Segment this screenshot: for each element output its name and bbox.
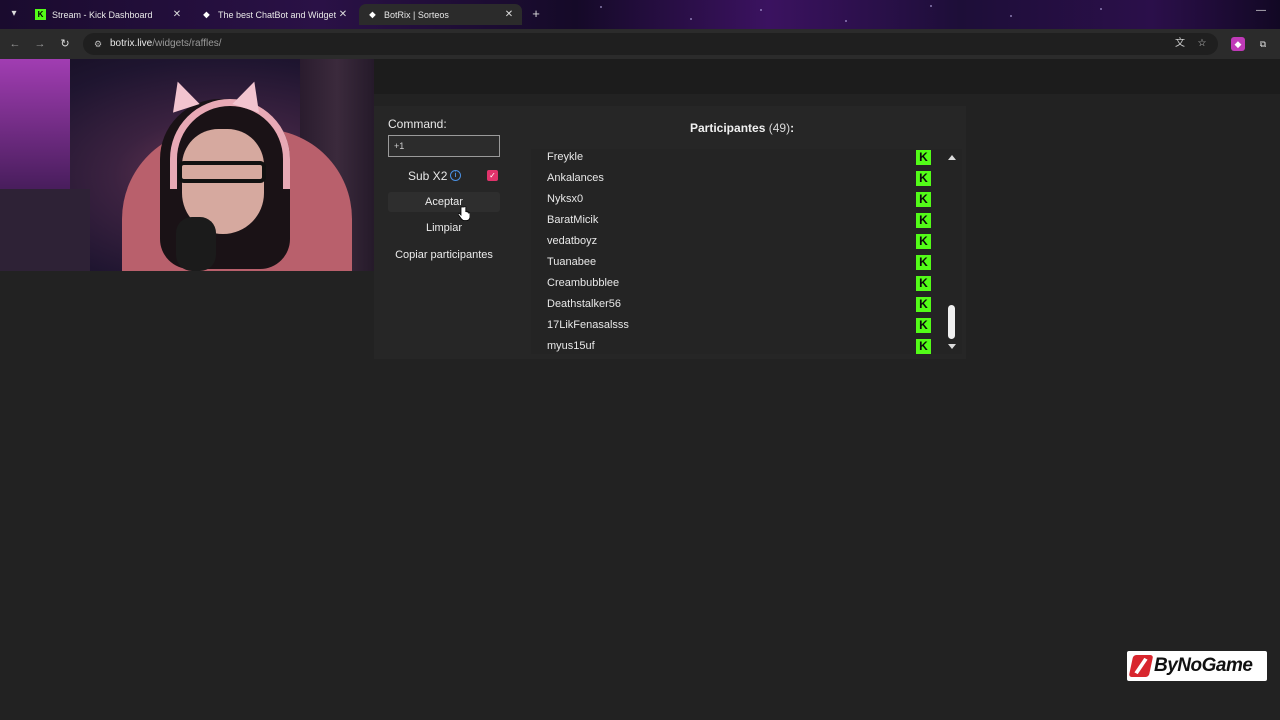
participant-name: Freykle bbox=[547, 151, 584, 163]
clear-button[interactable]: Limpiar bbox=[388, 218, 500, 238]
list-item: BaratMicik K bbox=[531, 210, 934, 231]
scroll-thumb[interactable] bbox=[948, 305, 955, 339]
kick-icon: K bbox=[916, 213, 931, 228]
scroll-up-arrow-icon[interactable] bbox=[948, 155, 956, 160]
close-icon[interactable]: ✕ bbox=[502, 9, 516, 20]
kick-icon: K bbox=[916, 234, 931, 249]
page-content: Command: Sub X2 i ✓ Aceptar Limpiar Copi… bbox=[0, 59, 1280, 720]
list-item: 17LikFenasalsss K bbox=[531, 315, 934, 336]
bookmark-star-icon[interactable]: ☆ bbox=[1195, 37, 1209, 51]
accept-button[interactable]: Aceptar bbox=[388, 192, 500, 212]
participant-name: 17LikFenasalsss bbox=[547, 319, 629, 331]
extension-icon[interactable]: ◆ bbox=[1231, 37, 1245, 51]
forward-icon[interactable]: → bbox=[32, 36, 48, 52]
webcam-overlay bbox=[0, 59, 374, 271]
url-text: botrix.live/widgets/raffles/ bbox=[110, 38, 222, 49]
browser-toolbar: ← → ↻ ⚙ botrix.live/widgets/raffles/ 文 ☆… bbox=[0, 29, 1280, 59]
participants-list[interactable]: Freykle K Ankalances K Nyksx0 K BaratMic… bbox=[531, 149, 962, 354]
participant-name: Creambubblee bbox=[547, 277, 620, 289]
participants-title: Participantes (49): bbox=[690, 121, 795, 135]
tab-title: BotRix | Sorteos bbox=[384, 9, 449, 20]
participant-name: Deathstalker56 bbox=[547, 298, 621, 310]
sub-x2-checkbox[interactable]: ✓ bbox=[487, 170, 498, 181]
kick-icon: K bbox=[916, 150, 931, 165]
extensions-puzzle-icon[interactable]: ⧉ bbox=[1256, 37, 1270, 51]
kick-icon: K bbox=[916, 339, 931, 354]
tab-title: Stream - Kick Dashboard bbox=[52, 9, 153, 20]
tab-title: The best ChatBot and Widgets bbox=[218, 9, 336, 20]
participant-name: Ankalances bbox=[547, 172, 604, 184]
site-info-icon[interactable]: ⚙ bbox=[91, 37, 105, 51]
tab-strip: ▾ K Stream - Kick Dashboard ✕ ◆ The best… bbox=[0, 0, 1280, 29]
participant-name: Tuanabee bbox=[547, 256, 597, 268]
participant-name: BaratMicik bbox=[547, 214, 599, 226]
close-icon[interactable]: ✕ bbox=[170, 9, 184, 20]
tab-search-icon[interactable]: ▾ bbox=[6, 6, 22, 22]
list-item: Creambubblee K bbox=[531, 273, 934, 294]
participant-name: myus15uf bbox=[547, 340, 595, 352]
tab-botrix-chatbot[interactable]: ◆ The best ChatBot and Widgets ✕ bbox=[193, 4, 356, 25]
list-item: vedatboyz K bbox=[531, 231, 934, 252]
botrix-icon: ◆ bbox=[203, 10, 210, 19]
address-bar[interactable]: ⚙ botrix.live/widgets/raffles/ 文 ☆ bbox=[83, 33, 1218, 55]
kick-icon: K bbox=[916, 276, 931, 291]
kick-icon: K bbox=[916, 255, 931, 270]
list-scrollbar[interactable] bbox=[945, 149, 959, 354]
list-item: Freykle K bbox=[531, 149, 934, 168]
close-icon[interactable]: ✕ bbox=[336, 9, 350, 20]
participant-name: vedatboyz bbox=[547, 235, 598, 247]
list-item: Tuanabee K bbox=[531, 252, 934, 273]
watermark-text: ByNoGame bbox=[1154, 655, 1253, 676]
new-tab-icon[interactable]: + bbox=[528, 6, 544, 22]
kick-icon: K bbox=[916, 171, 931, 186]
raffle-card: Command: Sub X2 i ✓ Aceptar Limpiar Copi… bbox=[374, 106, 966, 359]
translate-icon[interactable]: 文 bbox=[1173, 37, 1187, 51]
watermark-logo: ByNoGame bbox=[1127, 651, 1267, 681]
bynogame-logo-icon bbox=[1128, 655, 1154, 677]
kick-icon: K bbox=[916, 192, 931, 207]
list-item: Deathstalker56 K bbox=[531, 294, 934, 315]
botrix-icon: ◆ bbox=[369, 10, 376, 19]
list-item: Nyksx0 K bbox=[531, 189, 934, 210]
kick-icon: K bbox=[35, 9, 46, 20]
reload-icon[interactable]: ↻ bbox=[57, 36, 73, 52]
tab-kick-dashboard[interactable]: K Stream - Kick Dashboard ✕ bbox=[27, 4, 190, 25]
minimize-icon[interactable]: — bbox=[1254, 5, 1268, 16]
command-input[interactable] bbox=[388, 135, 500, 157]
scroll-down-arrow-icon[interactable] bbox=[948, 344, 956, 349]
sub-x2-label: Sub X2 bbox=[408, 169, 448, 183]
hand-cursor-icon bbox=[458, 206, 470, 221]
participant-name: Nyksx0 bbox=[547, 193, 584, 205]
info-icon[interactable]: i bbox=[450, 170, 461, 181]
tab-botrix-sorteos[interactable]: ◆ BotRix | Sorteos ✕ bbox=[359, 4, 522, 25]
list-item: myus15uf K bbox=[531, 336, 934, 354]
command-label: Command: bbox=[388, 117, 447, 131]
list-item: Ankalances K bbox=[531, 168, 934, 189]
kick-icon: K bbox=[916, 318, 931, 333]
kick-icon: K bbox=[916, 297, 931, 312]
back-icon[interactable]: ← bbox=[7, 36, 23, 52]
copy-participants-button[interactable]: Copiar participantes bbox=[388, 245, 500, 265]
